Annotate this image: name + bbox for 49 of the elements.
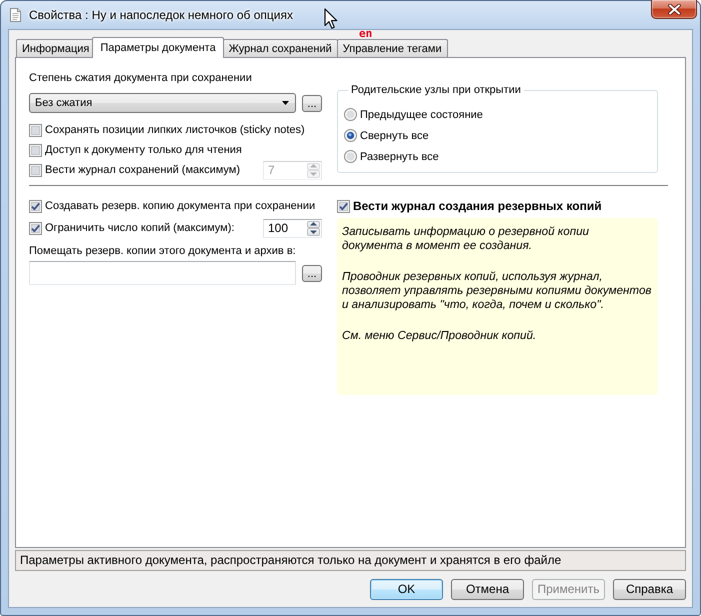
checkbox-label[interactable]: Сохранять позиции липких листочков (sticky notes): [45, 122, 305, 138]
number-spinner[interactable]: 100: [263, 218, 322, 238]
close-button[interactable]: [651, 0, 697, 19]
dialog-button[interactable]: Отмена: [451, 579, 524, 600]
tab[interactable]: Управление тегами: [336, 39, 448, 57]
radio-button[interactable]: [344, 129, 357, 142]
document-icon: [10, 8, 21, 22]
checkbox-label[interactable]: Доступ к документу только для чтения: [45, 142, 242, 158]
field-label: Помещать резерв. копии этого документа и архив в:: [29, 244, 297, 259]
spin-up-button[interactable]: [307, 220, 320, 228]
checkbox-label[interactable]: Вести журнал сохранений (максимум): [45, 162, 240, 178]
close-icon: [668, 4, 680, 14]
radio-button[interactable]: [344, 150, 357, 163]
browse-button[interactable]: ...: [302, 94, 322, 112]
dialog-button[interactable]: OK: [370, 579, 443, 600]
caret-icon: [282, 101, 289, 105]
checkbox[interactable]: [29, 200, 42, 212]
spin-down-button[interactable]: [307, 228, 320, 236]
checkbox[interactable]: [29, 144, 42, 156]
radio-label[interactable]: Развернуть все: [360, 148, 439, 164]
dropdown[interactable]: Без сжатия: [29, 93, 296, 113]
down-arrow-icon: [310, 230, 317, 234]
field-label: Степень сжатия документа при сохранении: [29, 71, 253, 86]
status-text: Параметры активного документа, распространяются только на документ и хранятся в его файле: [15, 550, 686, 571]
description-text: См. меню Сервис/Проводник копий.: [342, 329, 538, 343]
up-arrow-icon: [310, 164, 317, 168]
up-arrow-icon: [310, 222, 317, 226]
group-title: Родительские узлы при открытии: [350, 83, 522, 97]
radio-label[interactable]: Свернуть все: [360, 128, 429, 144]
checkbox[interactable]: [337, 200, 350, 212]
description-text: Проводник резервных копий, используя журнал, позволяет управлять резервными копиями документов и анализировать "что, когда, почем и сколько".: [342, 270, 652, 312]
checkbox-label[interactable]: Вести журнал создания резервных копий: [353, 198, 602, 214]
checkbox[interactable]: [29, 124, 42, 136]
checkbox[interactable]: [29, 222, 42, 234]
cursor-icon: [324, 8, 338, 30]
tab[interactable]: Параметры документа: [92, 37, 224, 58]
checkbox-label[interactable]: Создавать резерв. копию документа при сохранении: [45, 198, 316, 214]
language-indicator: en: [359, 28, 372, 39]
radio-label[interactable]: Предыдущее состояние: [360, 106, 483, 122]
down-arrow-icon: [310, 172, 317, 176]
checkbox[interactable]: [29, 164, 42, 176]
input-field[interactable]: [29, 261, 296, 285]
dialog-button[interactable]: Справка: [613, 579, 686, 600]
checkbox-label[interactable]: Ограничить число копий (максимум):: [45, 220, 234, 236]
description-text: Записывать информацию о резервной копии документа в момент ее создания.: [342, 225, 590, 253]
browse-button[interactable]: ...: [302, 264, 322, 282]
window-title: Свойства : Ну и напоследок немного об опциях: [29, 7, 293, 23]
tab[interactable]: Журнал сохранений: [222, 39, 338, 57]
radio-button[interactable]: [344, 108, 357, 121]
